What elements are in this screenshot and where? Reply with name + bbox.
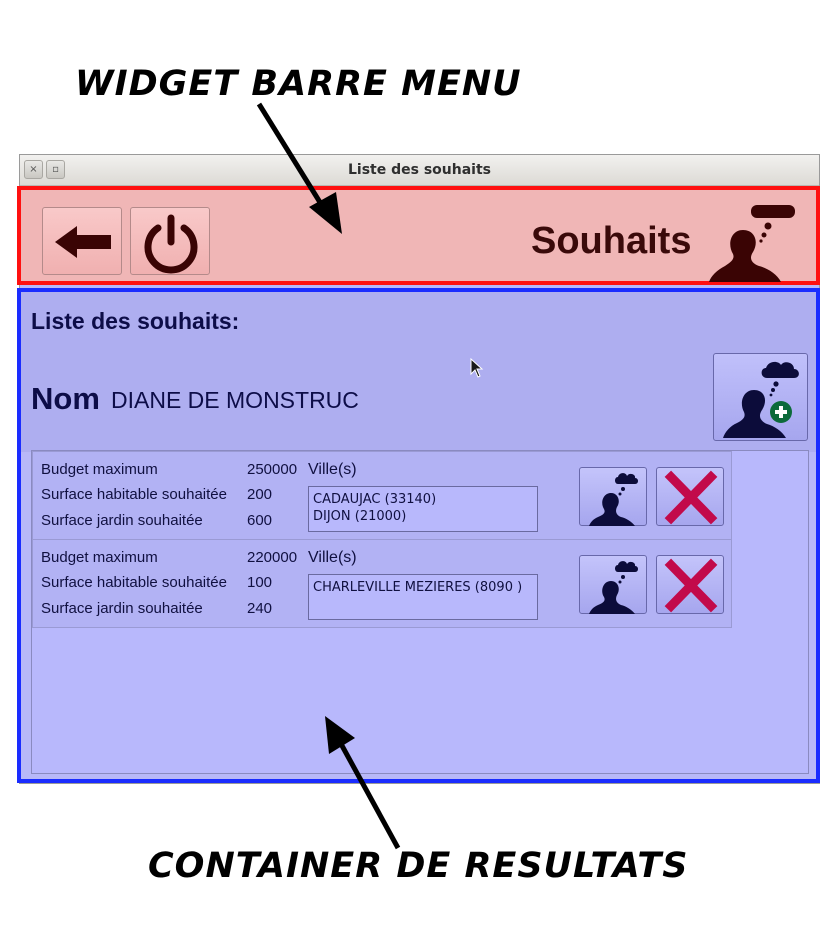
annotation-widget-barre-menu: WIDGET BARRE MENU (75, 64, 522, 104)
thinking-person-icon (589, 473, 638, 526)
thinking-person-icon (709, 205, 795, 282)
power-icon (144, 214, 198, 274)
delete-x-icon (664, 470, 718, 525)
annotation-container-resultats: CONTAINER DE RESULTATS (148, 846, 689, 886)
edit-wish-button[interactable] (579, 467, 647, 526)
menu-title: Souhaits (531, 220, 692, 262)
jardin-value: 600 (247, 512, 273, 529)
thinking-person-icon (589, 561, 638, 614)
city-item[interactable]: CADAUJAC (33140) (313, 491, 533, 508)
window-title: Liste des souhaits (348, 162, 491, 178)
power-button[interactable] (130, 207, 210, 275)
wish-list: Budget maximum 250000 Surface habitable … (31, 450, 809, 774)
wish-row: Budget maximum 250000 Surface habitable … (32, 451, 732, 540)
surface-label: Surface habitable souhaitée (41, 486, 227, 503)
delete-x-icon (664, 558, 718, 613)
results-heading: Liste des souhaits: (31, 308, 240, 334)
back-arrow-icon (55, 226, 111, 258)
add-wish-button[interactable] (713, 353, 808, 441)
villes-label: Ville(s) (308, 461, 357, 478)
city-item[interactable]: DIJON (21000) (313, 508, 533, 525)
villes-list[interactable]: CADAUJAC (33140) DIJON (21000) (308, 486, 538, 532)
budget-value: 220000 (247, 549, 298, 566)
wish-row: Budget maximum 220000 Surface habitable … (32, 539, 732, 628)
menu-bar: Souhaits (17, 186, 820, 285)
back-button[interactable] (42, 207, 122, 275)
surface-label: Surface habitable souhaitée (41, 574, 227, 591)
nom-value: DIANE DE MONSTRUC (111, 387, 359, 413)
window-titlebar: × ▫ Liste des souhaits (20, 155, 819, 186)
surface-value: 200 (247, 486, 273, 503)
nom-label: Nom (31, 381, 100, 416)
results-container: Liste des souhaits: Nom DIANE DE MONSTRU… (17, 288, 820, 783)
villes-label: Ville(s) (308, 549, 357, 566)
mouse-cursor-icon (470, 358, 484, 378)
delete-wish-button[interactable] (656, 555, 724, 614)
jardin-value: 240 (247, 600, 273, 617)
villes-list[interactable]: CHARLEVILLE MEZIERES (8090 ) (308, 574, 538, 620)
city-item[interactable]: CHARLEVILLE MEZIERES (8090 ) (313, 579, 533, 596)
results-header: Liste des souhaits: Nom DIANE DE MONSTRU… (21, 292, 816, 452)
add-wish-person-icon (723, 361, 799, 438)
jardin-label: Surface jardin souhaitée (41, 512, 203, 529)
edit-wish-button[interactable] (579, 555, 647, 614)
budget-label: Budget maximum (41, 549, 158, 566)
budget-value: 250000 (247, 461, 298, 478)
jardin-label: Surface jardin souhaitée (41, 600, 203, 617)
surface-value: 100 (247, 574, 273, 591)
delete-wish-button[interactable] (656, 467, 724, 526)
budget-label: Budget maximum (41, 461, 158, 478)
